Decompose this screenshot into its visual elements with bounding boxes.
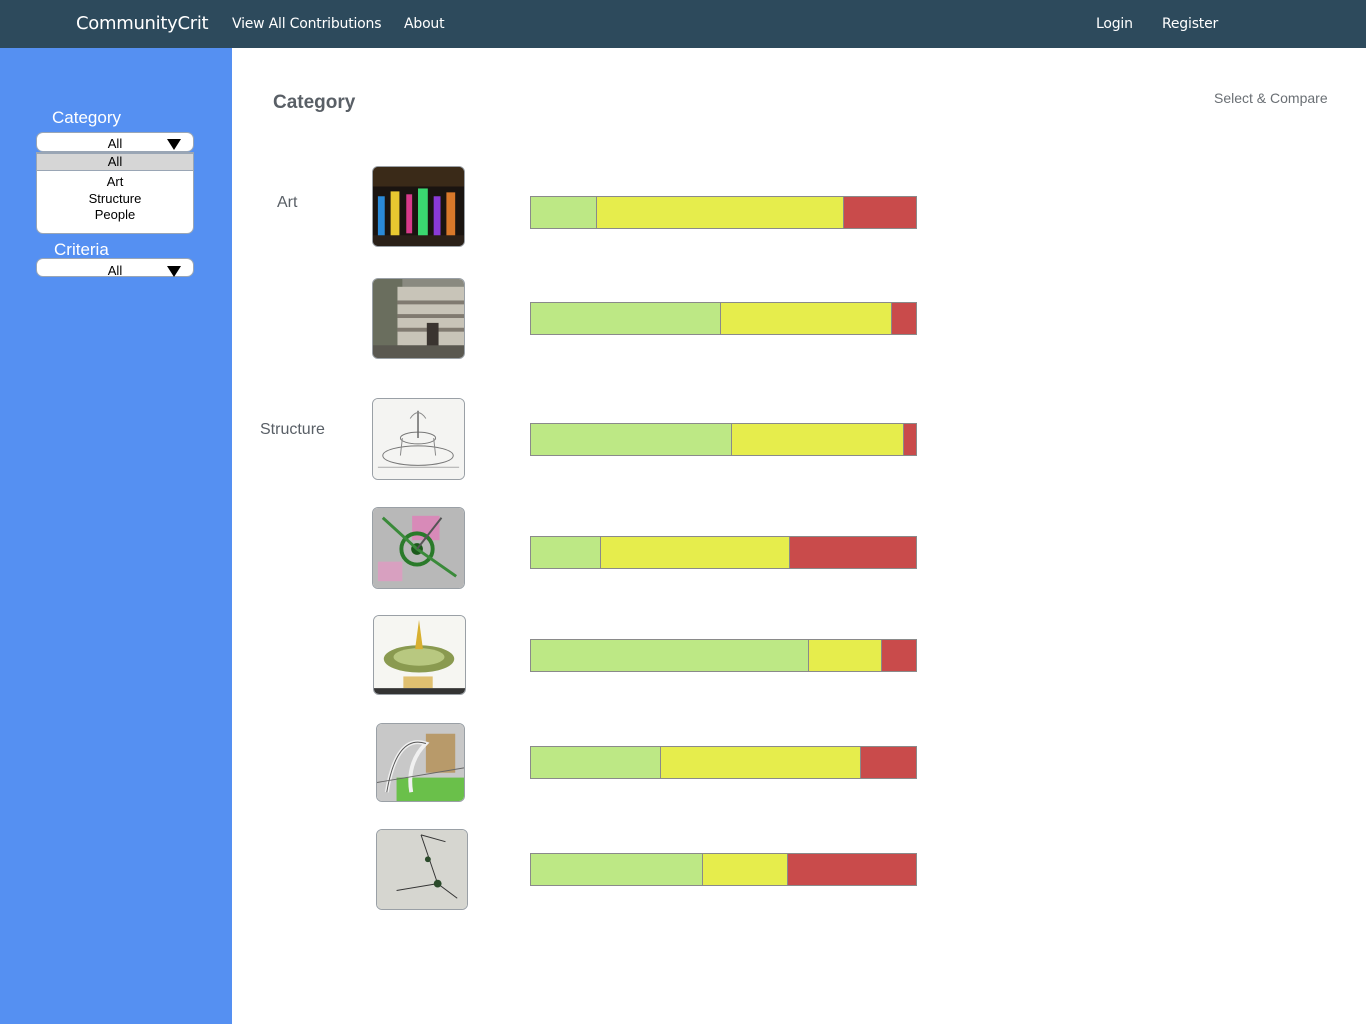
category-option-all[interactable]: All	[37, 153, 193, 171]
positive-segment	[531, 747, 660, 778]
category-option-people[interactable]: People	[37, 207, 193, 224]
page-title: Category	[273, 92, 356, 113]
category-option-structure[interactable]: Structure	[37, 191, 193, 208]
negative-segment	[788, 537, 916, 568]
criteria-select-value: All	[107, 263, 123, 278]
login-link[interactable]: Login	[1096, 16, 1133, 32]
neutral-segment	[808, 640, 882, 671]
positive-segment	[531, 424, 732, 455]
chevron-down-icon	[167, 139, 181, 150]
category-select-value: All	[107, 136, 123, 151]
wire-sculpture-photo-icon[interactable]	[376, 829, 468, 910]
neutral-segment	[702, 854, 787, 885]
view-all-contributions-link[interactable]: View All Contributions	[232, 16, 382, 32]
negative-segment	[842, 197, 916, 228]
group-label-structure: Structure	[260, 421, 325, 438]
positive-segment	[531, 640, 809, 671]
negative-segment	[881, 640, 916, 671]
feedback-bar[interactable]	[530, 853, 917, 886]
category-option-art[interactable]: Art	[37, 174, 193, 191]
feedback-bar[interactable]	[530, 423, 917, 456]
group-label-art: Art	[277, 194, 298, 211]
select-compare-link[interactable]: Select & Compare	[1214, 90, 1328, 106]
negative-segment	[787, 854, 916, 885]
positive-segment	[531, 197, 597, 228]
feedback-bar[interactable]	[530, 536, 917, 569]
wall-sculpture-photo-icon[interactable]	[372, 278, 465, 359]
feedback-bar[interactable]	[530, 639, 917, 672]
site-plan-icon[interactable]	[372, 507, 465, 589]
about-link[interactable]: About	[404, 16, 445, 32]
positive-segment	[531, 854, 703, 885]
chevron-down-icon	[167, 266, 181, 277]
neutral-segment	[719, 303, 891, 334]
negative-segment	[890, 303, 916, 334]
neutral-segment	[659, 747, 861, 778]
category-filter-label: Category	[52, 108, 121, 127]
feedback-bar[interactable]	[530, 196, 917, 229]
register-link[interactable]: Register	[1162, 16, 1218, 32]
neutral-segment	[731, 424, 903, 455]
neutral-segment	[596, 197, 843, 228]
feedback-bar[interactable]	[530, 746, 917, 779]
positive-segment	[531, 537, 601, 568]
positive-segment	[531, 303, 720, 334]
negative-segment	[902, 424, 916, 455]
criteria-filter-label: Criteria	[54, 240, 109, 259]
top-navbar: CommunityCrit View All Contributions Abo…	[0, 0, 1366, 48]
park-rendering-icon[interactable]	[373, 615, 466, 695]
arch-model-icon[interactable]	[376, 723, 465, 802]
night-exhibit-photo-icon[interactable]	[372, 166, 465, 247]
fountain-sketch-icon[interactable]	[372, 398, 465, 480]
feedback-bar[interactable]	[530, 302, 917, 335]
category-select[interactable]: All	[36, 132, 194, 152]
negative-segment	[860, 747, 916, 778]
brand-logo-link[interactable]: CommunityCrit	[76, 13, 209, 34]
category-dropdown-list: All Art Structure People	[36, 152, 194, 234]
neutral-segment	[600, 537, 789, 568]
criteria-select[interactable]: All	[36, 258, 194, 278]
